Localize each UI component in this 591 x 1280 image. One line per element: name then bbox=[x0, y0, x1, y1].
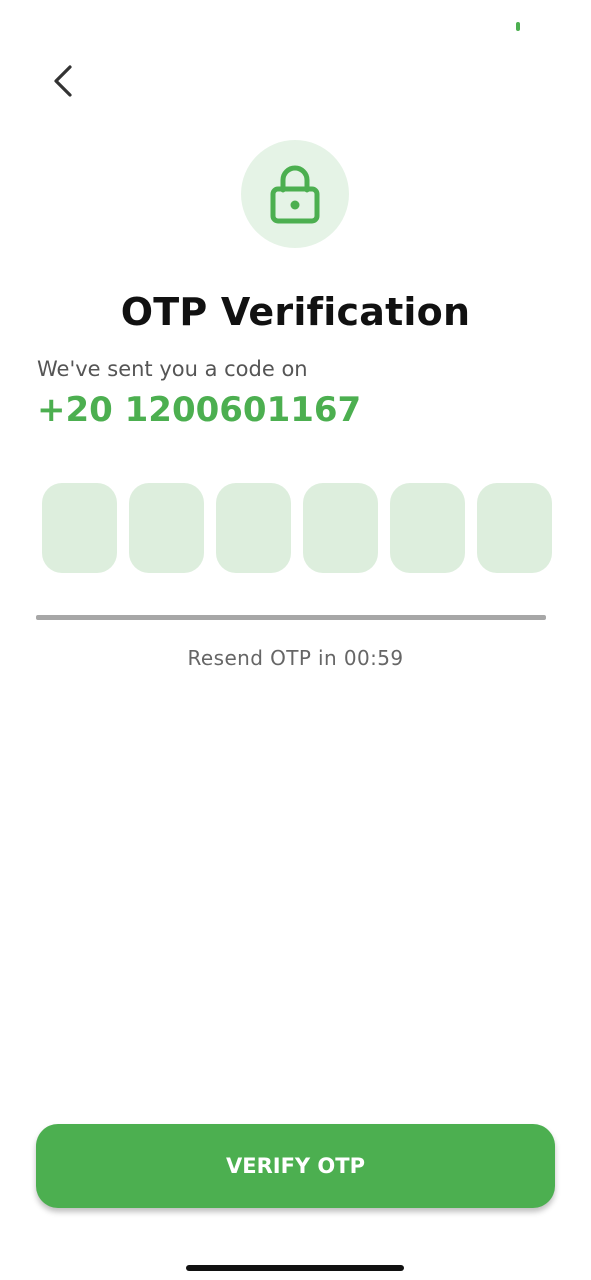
otp-digit-4[interactable] bbox=[303, 483, 378, 573]
chevron-left-icon bbox=[54, 65, 72, 97]
otp-digit-6[interactable] bbox=[477, 483, 552, 573]
home-indicator bbox=[186, 1265, 404, 1271]
lock-icon-container bbox=[241, 140, 349, 248]
back-button[interactable] bbox=[40, 58, 86, 104]
phone-number: +20 1200601167 bbox=[37, 390, 362, 430]
otp-digit-5[interactable] bbox=[390, 483, 465, 573]
page-title: OTP Verification bbox=[120, 290, 471, 334]
otp-digit-3[interactable] bbox=[216, 483, 291, 573]
otp-digit-2[interactable] bbox=[129, 483, 204, 573]
lock-icon bbox=[270, 165, 320, 224]
otp-digit-1[interactable] bbox=[42, 483, 117, 573]
status-indicator bbox=[516, 22, 520, 31]
divider bbox=[36, 615, 546, 620]
code-sent-label: We've sent you a code on bbox=[37, 357, 308, 381]
verify-otp-button[interactable]: VERIFY OTP bbox=[36, 1124, 555, 1208]
otp-input-group bbox=[42, 483, 552, 573]
otp-verification-screen: OTP Verification We've sent you a code o… bbox=[0, 0, 591, 1280]
resend-countdown: Resend OTP in 00:59 bbox=[187, 646, 404, 670]
